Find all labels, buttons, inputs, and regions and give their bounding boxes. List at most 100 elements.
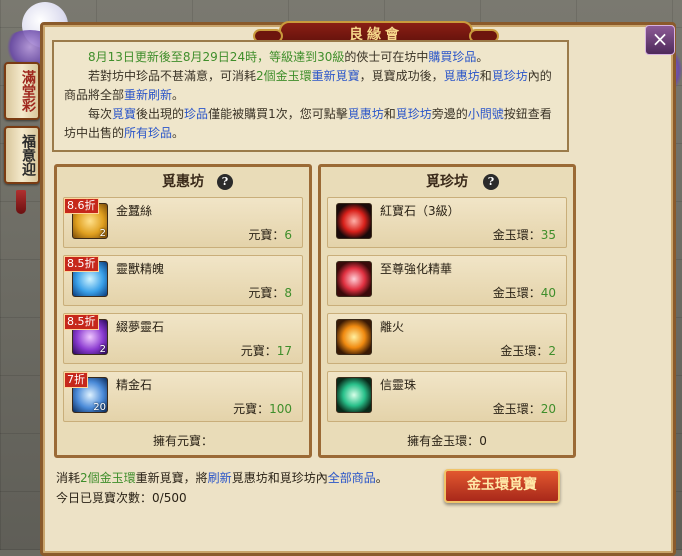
item-price: 金玉環：2	[500, 342, 556, 359]
item-name: 至尊強化精華	[380, 262, 453, 276]
help-icon[interactable]: ?	[483, 174, 499, 190]
notice-line-2: 若對坊中珍品不甚滿意，可消耗2個金玉環重新覓寶，覓寶成功後，覓惠坊和覓珍坊內的商…	[64, 67, 557, 105]
notice-text: 。	[476, 50, 489, 64]
discount-badge: 8.6折	[64, 198, 99, 214]
info-text: 刷新	[207, 471, 232, 485]
shop-mi-zhen: 覓珍坊 ? 紅寶石（3級） 金玉環：35 至尊強化精華 金玉環：40 離火 金玉…	[318, 164, 576, 458]
notice-line-3: 每次覓寶後出現的珍品僅能被購買1次，您可點擊覓惠坊和覓珍坊旁邊的小問號按鈕查看坊…	[64, 105, 557, 143]
notice-text: ，覓寶成功後，	[359, 69, 444, 83]
item-name: 金蠶絲	[116, 204, 153, 218]
item-name: 靈獸精魄	[116, 262, 165, 276]
shop-item[interactable]: 信靈珠 金玉環：20	[327, 371, 567, 422]
search-count-text: 今日已覓寶次數：0/500	[56, 488, 388, 508]
notice-text: 小問號	[467, 107, 504, 121]
notice-text: 30級	[317, 50, 345, 64]
refresh-cost-text: 消耗2個金玉環重新覓寶，將刷新覓惠坊和覓珍坊內全部商品。	[56, 468, 388, 488]
price-value: 17	[276, 344, 292, 358]
refresh-info: 消耗2個金玉環重新覓寶，將刷新覓惠坊和覓珍坊內全部商品。 今日已覓寶次數：0/5…	[56, 468, 388, 508]
info-text: 重新覓寶，將	[135, 471, 208, 485]
price-value: 35	[540, 228, 556, 242]
shop-item[interactable]: 離火 金玉環：2	[327, 313, 567, 364]
item-name: 信靈珠	[380, 378, 417, 392]
notice-text: 重新刷新	[124, 88, 173, 102]
price-label: 元寶：	[248, 228, 285, 242]
item-price: 元寶：100	[233, 400, 292, 417]
notice-text: 若對坊中珍品不甚滿意，可消耗	[88, 69, 257, 83]
price-value: 6	[284, 228, 292, 242]
jinyuhuan-search-button[interactable]: 金玉環覓寶	[444, 469, 560, 503]
notice-text: 覓寶	[112, 107, 137, 121]
notice-text: 所有珍品	[124, 126, 173, 140]
balance-value: 0	[479, 434, 487, 448]
notice-text: 和	[383, 107, 396, 121]
shop-item[interactable]: 2 8.6折 金蠶絲 元寶：6	[63, 197, 303, 248]
price-label: 金玉環：	[492, 228, 541, 242]
shop-mi-hui: 覓惠坊 ? 2 8.6折 金蠶絲 元寶：6 8.5折 靈獸精魄 元寶：8 2 8…	[54, 164, 312, 458]
shop-item[interactable]: 8.5折 靈獸精魄 元寶：8	[63, 255, 303, 306]
item-name: 精金石	[116, 378, 153, 392]
close-button[interactable]: ×	[645, 25, 675, 55]
jinyuhuan-balance: 擁有金玉環：0	[321, 429, 573, 453]
shop-item[interactable]: 紅寶石（3級） 金玉環：35	[327, 197, 567, 248]
notice-text: 。	[172, 88, 185, 102]
info-text: 2個金玉環	[80, 471, 136, 485]
notice-box: 8月13日更新後至8月29日24時，等級達到30級的俠士可在坊中購買珍品。 若對…	[52, 40, 569, 152]
item-count: 2	[99, 344, 106, 355]
price-label: 元寶：	[240, 344, 277, 358]
spirit-pearl-icon	[336, 377, 372, 413]
fire-icon	[336, 319, 372, 355]
side-tabs: 滿堂彩 福意迎	[4, 62, 40, 214]
notice-text: 和	[479, 69, 492, 83]
notice-text: 每次	[88, 107, 113, 121]
price-value: 8	[284, 286, 292, 300]
enhance-essence-icon	[336, 261, 372, 297]
notice-text: 珍品	[184, 107, 209, 121]
item-name: 綴夢靈石	[116, 320, 165, 334]
notice-text: 僅能被購買1次，您可點擊	[208, 107, 348, 121]
notice-text: 覓珍坊	[491, 69, 528, 83]
notice-text: 旁邊的	[431, 107, 468, 121]
item-price: 元寶：17	[241, 342, 292, 359]
item-price: 金玉環：35	[493, 226, 556, 243]
shop-header: 覓珍坊 ?	[321, 167, 573, 197]
item-count: 2	[99, 228, 106, 239]
notice-text: 購買珍品	[428, 50, 477, 64]
price-value: 40	[540, 286, 556, 300]
price-label: 金玉環：	[500, 344, 549, 358]
notice-text: 覓惠坊	[443, 69, 480, 83]
tab-fu-yi-ying[interactable]: 福意迎	[4, 126, 40, 184]
notice-text: 覓珍坊	[395, 107, 432, 121]
notice-text: 後出現的	[136, 107, 185, 121]
tab-man-tang-cai[interactable]: 滿堂彩	[4, 62, 40, 120]
ruby-icon	[336, 203, 372, 239]
shop-title: 覓珍坊	[426, 174, 468, 190]
notice-text: 2個金玉環	[256, 69, 312, 83]
item-price: 金玉環：40	[493, 284, 556, 301]
item-count: 20	[93, 402, 106, 413]
help-icon[interactable]: ?	[217, 174, 233, 190]
info-text: 覓惠坊和覓珍坊內	[231, 471, 328, 485]
shop-item[interactable]: 至尊強化精華 金玉環：40	[327, 255, 567, 306]
shop-header: 覓惠坊 ?	[57, 167, 309, 197]
notice-text: 的俠士可在坊中	[344, 50, 429, 64]
info-text: 消耗	[56, 471, 81, 485]
shop-item[interactable]: 2 8.5折 綴夢靈石 元寶：17	[63, 313, 303, 364]
shop-title: 覓惠坊	[162, 174, 204, 190]
discount-badge: 8.5折	[64, 256, 99, 272]
price-label: 金玉環：	[492, 286, 541, 300]
yuanbao-balance: 擁有元寶：	[152, 434, 213, 448]
count-label: 今日已覓寶次數：	[56, 491, 153, 505]
item-price: 元寶：6	[248, 226, 292, 243]
info-text: 。	[375, 471, 388, 485]
price-label: 元寶：	[233, 402, 270, 416]
discount-badge: 7折	[64, 372, 88, 388]
price-label: 元寶：	[248, 286, 285, 300]
notice-line-1: 8月13日更新後至8月29日24時，等級達到30級的俠士可在坊中購買珍品。	[64, 48, 557, 67]
balance-label: 擁有金玉環：	[407, 434, 480, 448]
tassel-decoration	[16, 190, 26, 214]
item-name: 離火	[380, 320, 405, 334]
shop-item[interactable]: 20 7折 精金石 元寶：100	[63, 371, 303, 422]
count-value: 0/500	[152, 491, 187, 505]
price-value: 20	[540, 402, 556, 416]
price-value: 100	[269, 402, 292, 416]
